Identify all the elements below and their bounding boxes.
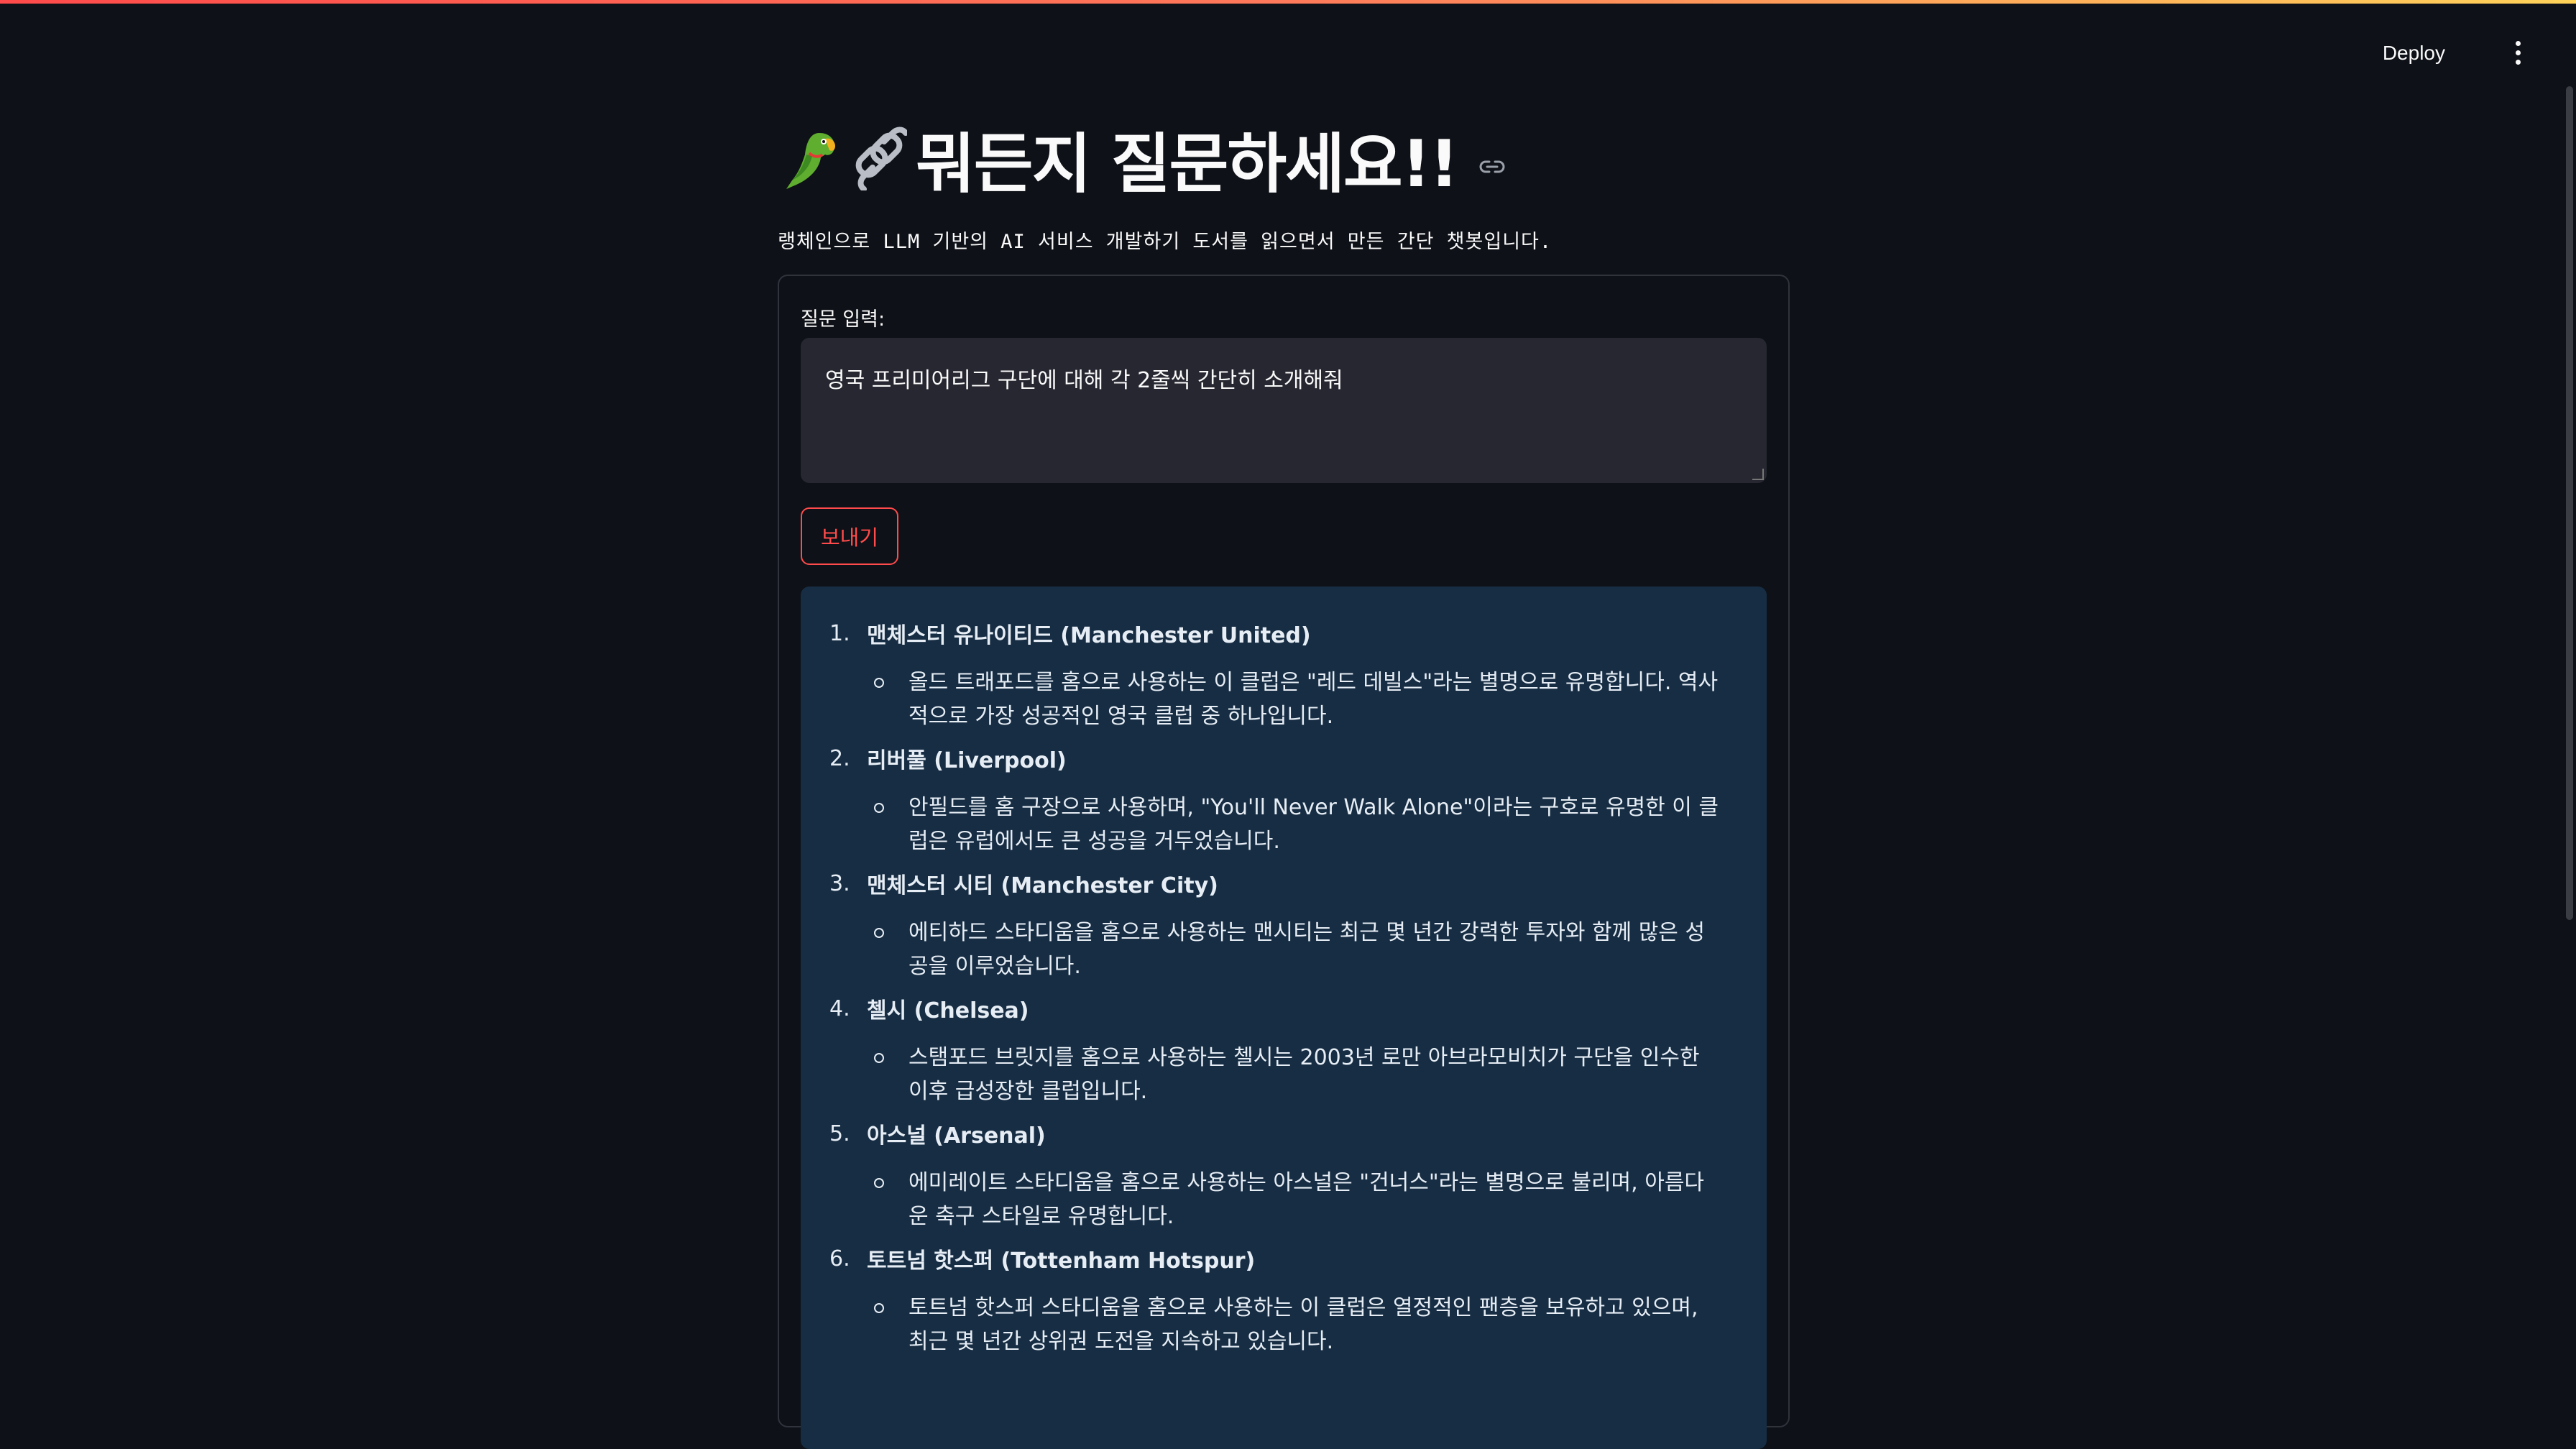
item-number: 4. xyxy=(829,995,850,1021)
bullet-icon xyxy=(874,928,884,938)
scrollbar[interactable] xyxy=(2566,86,2573,920)
question-form: 질문 입력: 영국 프리미어리그 구단에 대해 각 2줄씩 간단히 소개해줘 보… xyxy=(778,275,1790,1449)
parrot-icon xyxy=(786,133,835,189)
answer-box: 1. 맨체스터 유나이티드 (Manchester United) 올드 트래포… xyxy=(801,586,1767,1449)
question-textarea[interactable]: 영국 프리미어리그 구단에 대해 각 2줄씩 간단히 소개해줘 xyxy=(801,338,1767,483)
answer-item: 6. 토트넘 핫스퍼 (Tottenham Hotspur) 토트넘 핫스퍼 스… xyxy=(829,1238,1741,1358)
item-description: 스탬포드 브릿지를 홈으로 사용하는 첼시는 2003년 로만 아브라모비치가 … xyxy=(908,1045,1700,1104)
answer-item: 4. 첼시 (Chelsea) 스탬포드 브릿지를 홈으로 사용하는 첼시는 2… xyxy=(829,988,1741,1108)
item-description: 에미레이트 스타디움을 홈으로 사용하는 아스널은 "건너스"라는 별명으로 불… xyxy=(908,1170,1705,1229)
answer-item: 2. 리버풀 (Liverpool) 안필드를 홈 구장으로 사용하며, "Yo… xyxy=(829,737,1741,858)
item-title: 첼시 (Chelsea) xyxy=(867,998,1029,1024)
bullet-icon xyxy=(874,1303,884,1313)
item-number: 1. xyxy=(829,620,850,646)
bullet-icon xyxy=(874,803,884,813)
send-button[interactable]: 보내기 xyxy=(801,507,898,565)
item-description: 올드 트래포드를 홈으로 사용하는 이 클럽은 "레드 데빌스"라는 별명으로 … xyxy=(908,670,1719,729)
item-title: 토트넘 핫스퍼 (Tottenham Hotspur) xyxy=(867,1248,1256,1274)
item-description: 안필드를 홈 구장으로 사용하며, "You'll Never Walk Alo… xyxy=(908,795,1719,854)
answer-item: 5. 아스널 (Arsenal) 에미레이트 스타디움을 홈으로 사용하는 아스… xyxy=(829,1113,1741,1233)
item-number: 5. xyxy=(829,1121,850,1146)
main-content: 뭐든지 질문하세요!! 랭체인으로 LLM 기반의 AI 서비스 개발하기 도서… xyxy=(778,108,1790,1449)
page-subtitle: 랭체인으로 LLM 기반의 AI 서비스 개발하기 도서를 읽으면서 만든 간단… xyxy=(778,231,1552,253)
bullet-icon xyxy=(874,1178,884,1188)
question-label: 질문 입력: xyxy=(801,308,886,331)
item-title: 리버풀 (Liverpool) xyxy=(867,748,1067,773)
title-row: 뭐든지 질문하세요!! xyxy=(778,108,1790,208)
item-title: 아스널 (Arsenal) xyxy=(867,1123,1046,1149)
answer-item: 1. 맨체스터 유나이티드 (Manchester United) 올드 트래포… xyxy=(829,612,1741,733)
item-title: 맨체스터 유나이티드 (Manchester United) xyxy=(867,623,1311,648)
item-title: 맨체스터 시티 (Manchester City) xyxy=(867,873,1218,898)
answer-item: 3. 맨체스터 시티 (Manchester City) 에티하드 스타디움을 … xyxy=(829,862,1741,983)
item-number: 3. xyxy=(829,870,850,896)
item-number: 2. xyxy=(829,745,850,771)
bullet-icon xyxy=(874,1053,884,1063)
bullet-icon xyxy=(874,678,884,688)
chain-link-icon xyxy=(855,126,907,190)
more-menu-icon[interactable] xyxy=(2507,38,2529,67)
app-header: Deploy xyxy=(0,4,2576,97)
item-description: 토트넘 핫스퍼 스타디움을 홈으로 사용하는 이 클럽은 열정적인 팬층을 보유… xyxy=(908,1295,1698,1354)
anchor-link-icon[interactable] xyxy=(1478,158,1506,175)
page-title: 뭐든지 질문하세요!! xyxy=(916,126,1459,202)
item-description: 에티하드 스타디움을 홈으로 사용하는 맨시티는 최근 몇 년간 강력한 투자와… xyxy=(908,920,1706,979)
item-number: 6. xyxy=(829,1246,850,1271)
deploy-button[interactable]: Deploy xyxy=(2378,41,2450,65)
